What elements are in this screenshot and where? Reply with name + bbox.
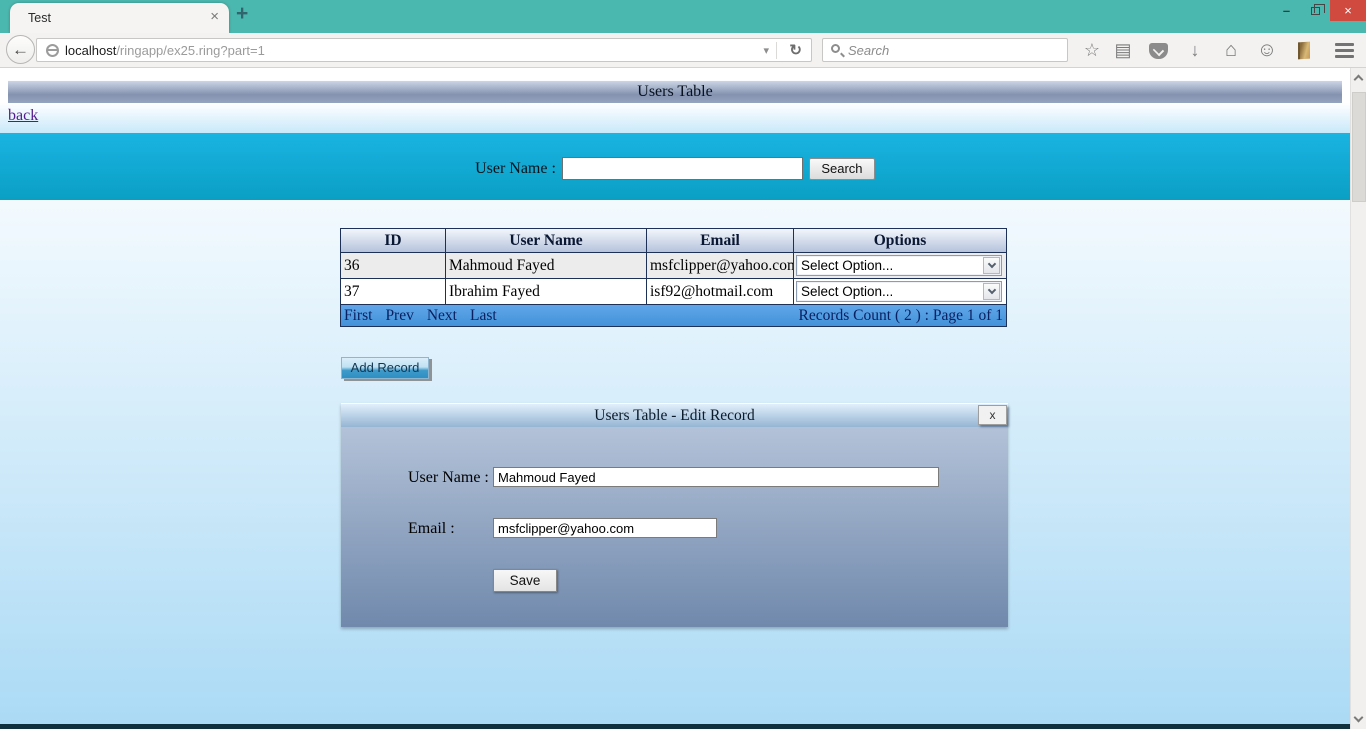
back-button[interactable]: ← [6, 35, 35, 64]
hello-chat-icon[interactable]: ☺ [1256, 33, 1278, 68]
url-host: localhost [65, 43, 116, 58]
save-button[interactable]: Save [493, 569, 557, 592]
table-row: 37 Ibrahim Fayed isf92@hotmail.com Selec… [341, 279, 1006, 305]
select-arrow-button[interactable] [983, 283, 1000, 300]
search-icon [831, 44, 840, 53]
reload-icon[interactable]: ↻ [789, 41, 802, 59]
back-link[interactable]: back [8, 107, 38, 125]
scroll-down-icon[interactable] [1354, 713, 1364, 723]
cell-email: msfclipper@yahoo.com [647, 253, 794, 279]
table-row: 36 Mahmoud Fayed msfclipper@yahoo.com Se… [341, 253, 1006, 279]
url-bar-divider [776, 42, 777, 59]
cell-options: Select Option... [794, 253, 1006, 279]
cell-user-name: Mahmoud Fayed [446, 253, 647, 279]
web-page: Users Table back User Name : Search ID U… [0, 68, 1350, 729]
bookmarks-list-icon[interactable]: ▤ [1112, 33, 1134, 68]
user-search-form: User Name : Search [0, 157, 1350, 180]
home-icon[interactable]: ⌂ [1220, 33, 1242, 68]
users-table-header: ID User Name Email Options [341, 229, 1006, 253]
new-tab-button[interactable]: + [236, 2, 248, 26]
restore-button[interactable] [1301, 0, 1330, 21]
tab-title: Test [28, 11, 51, 25]
url-dropdown-icon[interactable]: ▾ [763, 44, 769, 57]
close-window-button[interactable]: × [1330, 0, 1366, 21]
tab-close-icon[interactable]: × [210, 8, 219, 25]
page-footer-strip [0, 724, 1350, 729]
window-controls: – × [1272, 0, 1366, 21]
dialog-user-name-input[interactable] [493, 467, 939, 487]
sidebar-book-icon[interactable] [1293, 33, 1315, 68]
pagination-prev[interactable]: Prev [385, 307, 413, 325]
dialog-body: User Name : Email : Save [341, 427, 1008, 627]
scrollbar-thumb[interactable] [1352, 92, 1366, 202]
dialog-email-label: Email : [408, 520, 455, 538]
close-icon: × [1344, 3, 1352, 18]
table-pagination-bar: First Prev Next Last Records Count ( 2 )… [341, 305, 1006, 326]
edit-record-dialog: Users Table - Edit Record x User Name : … [341, 403, 1008, 627]
menu-hamburger-icon[interactable] [1333, 33, 1355, 68]
user-name-search-input[interactable] [562, 157, 803, 180]
cell-email: isf92@hotmail.com [647, 279, 794, 305]
options-select-value: Select Option... [797, 256, 983, 275]
dialog-title-bar: Users Table - Edit Record [341, 403, 1008, 427]
options-select-value: Select Option... [797, 282, 983, 301]
chevron-down-icon [987, 286, 995, 294]
records-count-summary: Records Count ( 2 ) : Page 1 of 1 [799, 307, 1003, 325]
page-title-bar: Users Table [8, 80, 1342, 103]
column-header-id: ID [341, 229, 446, 253]
pocket-icon[interactable] [1147, 33, 1169, 68]
downloads-icon[interactable]: ↓ [1184, 33, 1206, 68]
dialog-user-name-label: User Name : [408, 469, 489, 487]
options-select[interactable]: Select Option... [796, 255, 1002, 276]
browser-search-box[interactable] [822, 38, 1068, 62]
restore-icon [1311, 7, 1320, 15]
column-header-email: Email [647, 229, 794, 253]
minimize-button[interactable]: – [1272, 0, 1301, 21]
pagination-links: First Prev Next Last [344, 307, 497, 325]
browser-tab[interactable]: Test × [10, 3, 229, 33]
back-link-row: back [0, 103, 1350, 133]
add-record-button[interactable]: Add Record [341, 357, 429, 379]
browser-tab-bar: Test × + – × [0, 0, 1366, 33]
dialog-title: Users Table - Edit Record [594, 407, 754, 424]
search-form-band: User Name : Search [0, 133, 1350, 200]
browser-search-input[interactable] [848, 40, 1058, 60]
chevron-down-icon [987, 260, 995, 268]
browser-toolbar: ← localhost/ringapp/ex25.ring?part=1 ▾ ↻… [0, 33, 1366, 68]
url-path: /ringapp/ex25.ring?part=1 [116, 43, 265, 58]
users-table: ID User Name Email Options 36 Mahmoud Fa… [340, 228, 1007, 327]
cell-id: 37 [341, 279, 446, 305]
site-globe-icon [46, 44, 59, 57]
browser-window: Test × + – × ← localhost/ringapp/ex25.ri… [0, 0, 1366, 729]
dialog-close-button[interactable]: x [978, 405, 1007, 425]
pagination-next[interactable]: Next [427, 307, 457, 325]
cell-user-name: Ibrahim Fayed [446, 279, 647, 305]
options-select[interactable]: Select Option... [796, 281, 1002, 302]
pagination-last[interactable]: Last [470, 307, 497, 325]
dialog-email-input[interactable] [493, 518, 717, 538]
select-arrow-button[interactable] [983, 257, 1000, 274]
page-title: Users Table [637, 83, 712, 100]
vertical-scrollbar[interactable] [1350, 68, 1366, 729]
back-arrow-icon: ← [12, 40, 29, 60]
user-name-search-label: User Name : [475, 160, 556, 178]
cell-id: 36 [341, 253, 446, 279]
scroll-up-icon[interactable] [1354, 75, 1364, 85]
column-header-user-name: User Name [446, 229, 647, 253]
bookmark-star-icon[interactable]: ☆ [1081, 33, 1103, 68]
column-header-options: Options [794, 229, 1006, 253]
cell-options: Select Option... [794, 279, 1006, 305]
search-button[interactable]: Search [809, 158, 875, 180]
minimize-icon: – [1283, 3, 1290, 18]
url-bar[interactable]: localhost/ringapp/ex25.ring?part=1 ▾ ↻ [36, 38, 812, 62]
pagination-first[interactable]: First [344, 307, 372, 325]
